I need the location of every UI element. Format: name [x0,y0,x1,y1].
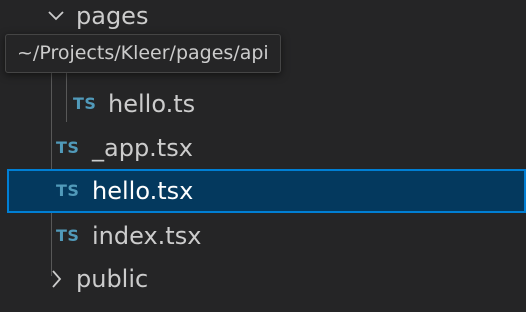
file-hello-ts[interactable]: TS hello.ts [0,82,526,126]
file-hello-ts-label: hello.ts [108,90,196,118]
folder-pages[interactable]: pages [0,0,526,38]
chevron-down-icon [44,0,68,38]
file-app-tsx-label: _app.tsx [92,134,193,162]
folder-public-label: public [76,265,149,293]
file-hello-tsx[interactable]: TS hello.tsx [7,169,526,213]
file-hello-tsx-label: hello.tsx [92,177,194,205]
file-index-tsx-label: index.tsx [92,222,202,250]
typescript-icon: TS [56,138,80,157]
chevron-right-icon [44,257,68,301]
path-tooltip: ~/Projects/Kleer/pages/api [5,34,281,73]
typescript-icon: TS [73,94,97,113]
file-index-tsx[interactable]: TS index.tsx [0,214,526,258]
folder-pages-label: pages [76,2,149,30]
file-explorer: pages ~/Projects/Kleer/pages/api TS hell… [0,0,526,312]
file-app-tsx[interactable]: TS _app.tsx [0,126,526,170]
folder-public[interactable]: public [0,257,526,301]
typescript-icon: TS [56,181,80,200]
typescript-icon: TS [56,226,80,245]
